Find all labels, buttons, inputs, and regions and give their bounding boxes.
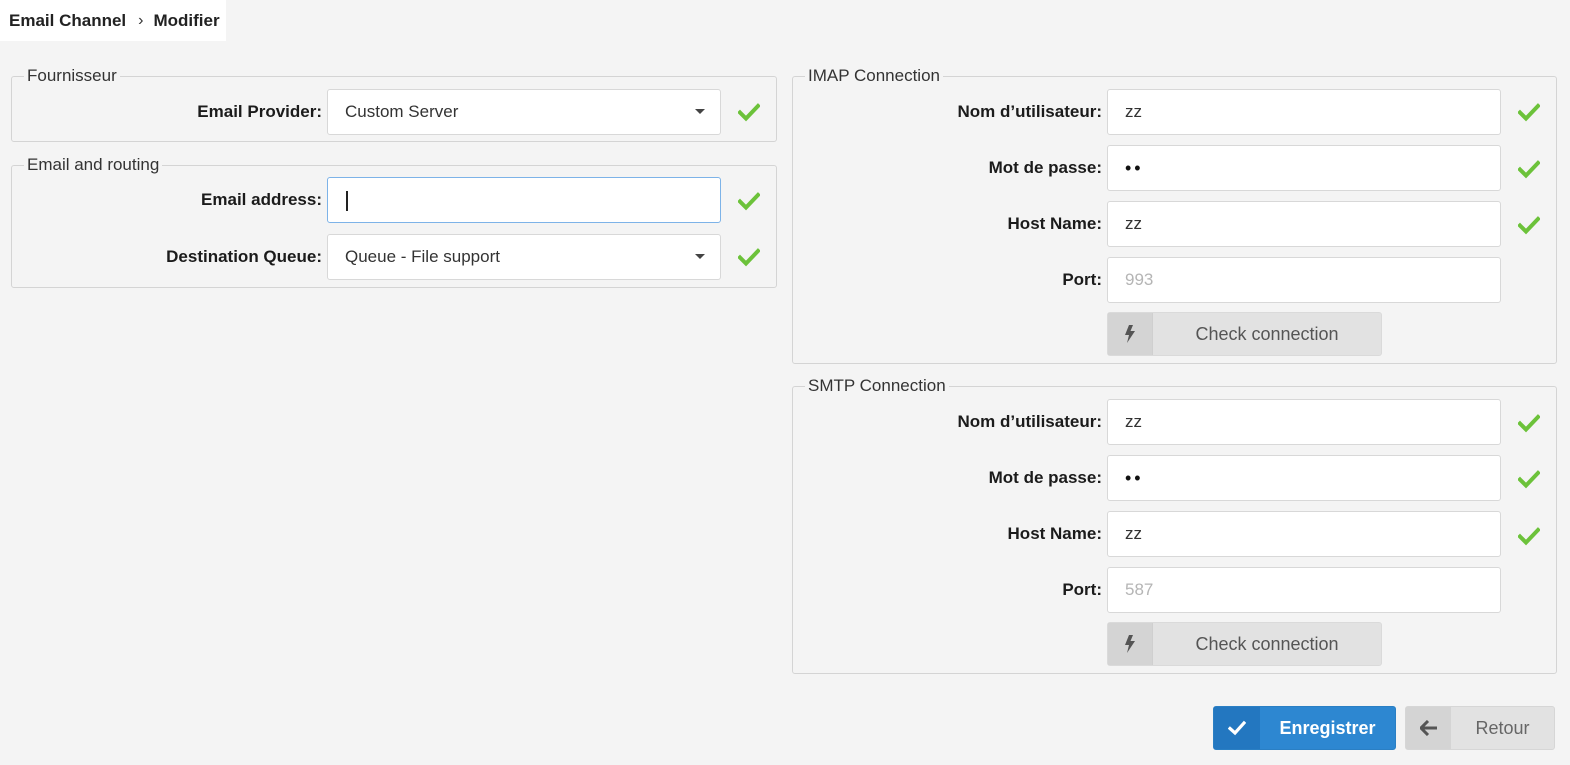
save-button[interactable]: Enregistrer bbox=[1213, 706, 1396, 750]
destination-queue-select[interactable]: Queue - File support bbox=[327, 234, 721, 280]
smtp-password-label: Mot de passe: bbox=[988, 468, 1102, 487]
smtp-legend: SMTP Connection bbox=[808, 376, 946, 395]
smtp-port-placeholder: 587 bbox=[1125, 580, 1154, 599]
imap-check-connection-button[interactable]: Check connection bbox=[1107, 312, 1382, 356]
smtp-username-input[interactable]: zz bbox=[1107, 399, 1501, 445]
check-icon bbox=[738, 190, 760, 212]
email-provider-label: Email Provider: bbox=[197, 102, 322, 121]
smtp-password-input[interactable]: •• bbox=[1107, 455, 1501, 501]
provider-legend: Fournisseur bbox=[27, 66, 117, 85]
smtp-check-connection-button[interactable]: Check connection bbox=[1107, 622, 1382, 666]
imap-username-label: Nom d’utilisateur: bbox=[957, 102, 1102, 121]
smtp-check-connection-label: Check connection bbox=[1195, 633, 1339, 654]
imap-password-input[interactable]: •• bbox=[1107, 145, 1501, 191]
breadcrumb: Email Channel › Modifier bbox=[0, 0, 226, 41]
smtp-host-label: Host Name: bbox=[1007, 524, 1102, 543]
breadcrumb-parent[interactable]: Email Channel bbox=[9, 11, 126, 31]
check-icon bbox=[1518, 468, 1540, 490]
imap-password-label: Mot de passe: bbox=[988, 158, 1102, 177]
email-provider-select[interactable]: Custom Server bbox=[327, 89, 721, 135]
smtp-port-input[interactable]: 587 bbox=[1107, 567, 1501, 613]
smtp-host-input[interactable]: zz bbox=[1107, 511, 1501, 557]
imap-username-input[interactable]: zz bbox=[1107, 89, 1501, 135]
imap-check-connection-label: Check connection bbox=[1195, 323, 1339, 344]
email-provider-value: Custom Server bbox=[345, 102, 459, 121]
imap-port-label: Port: bbox=[1062, 270, 1102, 289]
bolt-icon bbox=[1108, 623, 1153, 665]
arrow-left-icon bbox=[1406, 707, 1451, 749]
smtp-password-value: •• bbox=[1125, 468, 1144, 488]
smtp-username-value: zz bbox=[1125, 412, 1142, 431]
bolt-icon bbox=[1108, 313, 1153, 355]
routing-legend: Email and routing bbox=[27, 155, 160, 174]
email-address-label: Email address: bbox=[201, 190, 322, 209]
smtp-username-label: Nom d’utilisateur: bbox=[957, 412, 1102, 431]
destination-queue-value: Queue - File support bbox=[345, 247, 500, 266]
imap-password-value: •• bbox=[1125, 158, 1144, 178]
caret-down-icon bbox=[695, 109, 705, 114]
check-icon bbox=[738, 101, 760, 123]
save-button-label: Enregistrer bbox=[1279, 717, 1376, 738]
imap-port-input[interactable]: 993 bbox=[1107, 257, 1501, 303]
check-icon bbox=[1518, 412, 1540, 434]
back-button-label: Retour bbox=[1475, 717, 1530, 738]
imap-host-input[interactable]: zz bbox=[1107, 201, 1501, 247]
imap-port-placeholder: 993 bbox=[1125, 270, 1154, 289]
imap-username-value: zz bbox=[1125, 102, 1142, 121]
imap-legend: IMAP Connection bbox=[808, 66, 940, 85]
smtp-port-label: Port: bbox=[1062, 580, 1102, 599]
check-icon bbox=[1518, 525, 1540, 547]
check-icon bbox=[1214, 707, 1260, 749]
imap-host-value: zz bbox=[1125, 214, 1142, 233]
breadcrumb-separator: › bbox=[138, 11, 144, 29]
caret-down-icon bbox=[695, 254, 705, 259]
smtp-host-value: zz bbox=[1125, 524, 1142, 543]
email-address-input[interactable] bbox=[327, 177, 721, 223]
check-icon bbox=[738, 246, 760, 268]
back-button[interactable]: Retour bbox=[1405, 706, 1555, 750]
breadcrumb-current: Modifier bbox=[153, 10, 220, 30]
destination-queue-label: Destination Queue: bbox=[166, 247, 322, 266]
imap-host-label: Host Name: bbox=[1007, 214, 1102, 233]
check-icon bbox=[1518, 101, 1540, 123]
text-caret bbox=[346, 190, 348, 211]
check-icon bbox=[1518, 214, 1540, 236]
check-icon bbox=[1518, 158, 1540, 180]
